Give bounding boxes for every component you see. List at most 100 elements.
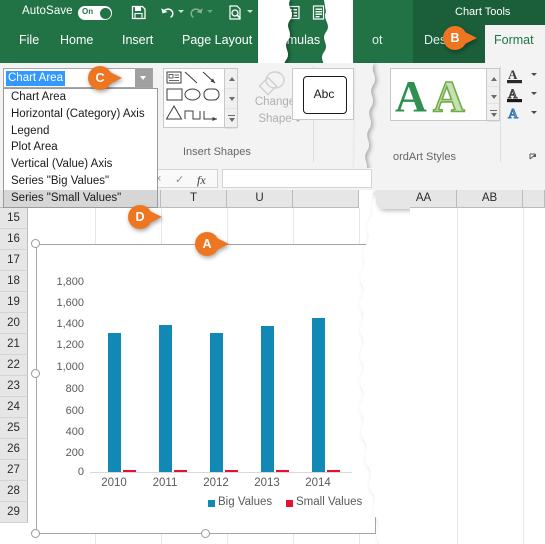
text-outline-button[interactable]: A [505,85,543,104]
chart-handle-bottom-left[interactable] [31,529,40,538]
wordart-side-buttons: A A A [505,66,543,123]
x-tick-2010: 2010 [101,477,127,489]
bar-big-2013[interactable] [261,326,274,472]
row-header-27[interactable]: 27 [0,460,28,481]
dropdown-option-legend[interactable]: Legend [4,123,157,140]
row-header-18[interactable]: 18 [0,271,28,292]
text-outline-caret-icon[interactable] [531,92,537,95]
text-effects-caret-icon[interactable] [531,111,537,114]
autosave-toggle[interactable]: On [78,6,112,20]
dropdown-option-vertical-axis[interactable]: Vertical (Value) Axis [4,156,157,173]
callout-b: B [443,26,477,50]
y-tick-800: 800 [65,383,84,395]
category-axis-line[interactable] [90,472,352,473]
wordart-styles-gallery[interactable]: A A [390,68,487,121]
chart-legend[interactable]: Big Values Small Values [90,496,362,510]
tab-data-partial[interactable]: ot [372,33,382,47]
bar-big-2011[interactable] [159,325,172,472]
callout-c-letter: C [95,71,105,85]
row-header-26[interactable]: 26 [0,439,28,460]
autosave-state-label: On [82,7,94,16]
name-box-value: Chart Area [6,71,65,86]
spreadsheet-icon[interactable] [285,4,302,21]
refresh-icon[interactable] [258,4,275,21]
column-header-aa[interactable]: AA [391,190,457,208]
bar-big-2010[interactable] [108,333,121,472]
svg-text:A: A [395,72,427,120]
insert-function-icon[interactable]: fx [197,173,206,188]
undo-dropdown-caret[interactable] [178,10,184,16]
row-header-20[interactable]: 20 [0,313,28,334]
column-header-t[interactable]: T [161,190,227,208]
tab-home[interactable]: Home [60,33,93,47]
row-header-28[interactable]: 28 [0,481,28,502]
row-header-17[interactable]: 17 [0,250,28,271]
save-icon[interactable] [130,4,147,21]
column-header-u[interactable]: U [227,190,293,208]
shapes-gallery-scrollbar[interactable] [225,68,238,129]
name-box[interactable]: Chart Area [3,68,153,88]
row-header-23[interactable]: 23 [0,376,28,397]
y-tick-1000: 1,000 [56,361,84,373]
chart-object[interactable]: 1,800 1,600 1,400 1,200 1,000 800 600 40… [31,239,376,538]
gridline [523,208,524,544]
dropdown-option-plot-area[interactable]: Plot Area [4,139,157,156]
wordart-scroll-down-button[interactable] [487,87,499,105]
tab-file[interactable]: File [19,33,39,47]
redo-dropdown-caret [207,10,213,16]
undo-icon[interactable] [159,4,176,21]
row-header-19[interactable]: 19 [0,292,28,313]
print-dropdown-caret[interactable] [247,10,253,16]
wordart-more-button[interactable] [487,104,499,122]
row-header-16[interactable]: 16 [0,229,28,250]
wordart-gallery-scrollbar[interactable] [487,68,500,122]
tab-page-layout[interactable]: Page Layout [182,33,252,47]
column-header-v[interactable] [293,190,359,208]
text-effects-button[interactable]: A [505,104,543,123]
text-effects-icon: A [507,105,522,127]
dropdown-option-horizontal-axis[interactable]: Horizontal (Category) Axis [4,106,157,123]
tab-format[interactable]: Format [485,25,545,63]
wordart-scroll-up-button[interactable] [487,69,499,87]
row-header-15[interactable]: 15 [0,208,28,229]
gallery-scroll-down-button[interactable] [225,89,237,109]
chart-handle-bottom-center[interactable] [201,529,210,538]
formula-input[interactable] [222,169,372,188]
tab-insert[interactable]: Insert [122,33,153,47]
text-fill-button[interactable]: A [505,66,543,85]
callout-a: A [195,232,229,256]
row-header-25[interactable]: 25 [0,418,28,439]
text-fill-caret-icon[interactable] [531,73,537,76]
bar-big-2012[interactable] [210,333,223,472]
chart-handle-top-left[interactable] [31,239,40,248]
chart-handle-middle-left[interactable] [31,369,40,378]
toggle-knob [99,7,111,19]
name-box-dropdown-arrow-icon[interactable] [135,69,152,87]
change-shape-line2: Shape [258,113,292,125]
x-tick-2011: 2011 [152,477,178,489]
gallery-scroll-up-button[interactable] [225,69,237,89]
column-header-ab[interactable]: AB [457,190,523,208]
shape-style-preview[interactable]: Abc [292,68,354,120]
row-header-22[interactable]: 22 [0,355,28,376]
row-header-29[interactable]: 29 [0,502,28,523]
column-header-ac[interactable] [523,190,545,208]
contextual-tab-title: Chart Tools [455,6,511,18]
dropdown-option-series-big-values[interactable]: Series "Big Values" [4,173,157,190]
print-preview-icon[interactable] [227,4,244,21]
gallery-more-button[interactable] [225,109,237,129]
row-header-24[interactable]: 24 [0,397,28,418]
name-box-dropdown-list[interactable]: Chart Area Horizontal (Category) Axis Le… [3,88,158,208]
wordart-dialog-launcher-icon[interactable] [529,149,538,160]
row-header-21[interactable]: 21 [0,334,28,355]
plot-area[interactable] [90,272,348,472]
bar-big-2014[interactable] [312,318,325,472]
form-icon[interactable] [310,4,327,21]
callout-a-letter: A [202,237,212,251]
enter-icon[interactable]: ✓ [175,173,184,186]
dropdown-option-chart-area[interactable]: Chart Area [4,89,157,106]
legend-swatch-big-values [208,500,215,507]
insert-shapes-gallery[interactable] [163,68,225,128]
tab-formulas[interactable]: Formulas [268,33,320,47]
group-label-wordart-styles: ordArt Styles [393,151,456,163]
